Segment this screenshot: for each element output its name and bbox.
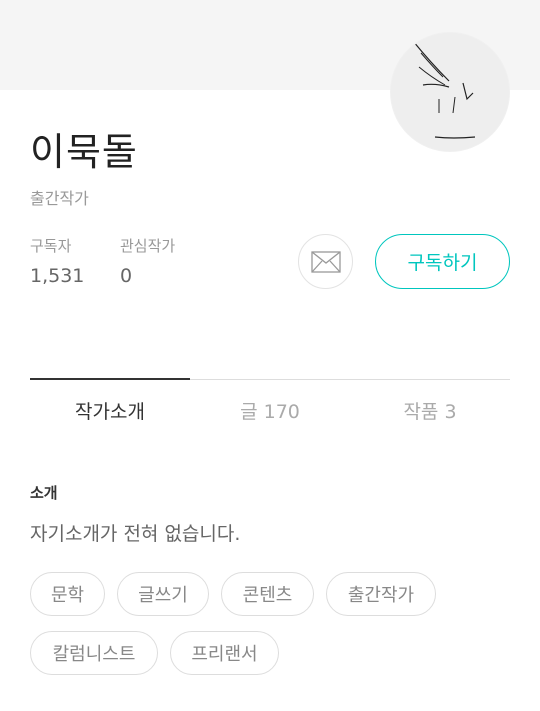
tag-content[interactable]: 콘텐츠 (221, 572, 314, 616)
message-button[interactable] (298, 234, 353, 289)
author-role: 출간작가 (30, 189, 89, 208)
subscribers-stat[interactable]: 구독자 1,531 (30, 236, 84, 288)
tab-author-intro[interactable]: 작가소개 (30, 398, 190, 426)
interest-count: 0 (120, 265, 133, 287)
tag-published-author[interactable]: 출간작가 (326, 572, 436, 616)
tab-posts[interactable]: 글 170 (190, 398, 350, 426)
tag-literature[interactable]: 문학 (30, 572, 105, 616)
subscribe-button[interactable]: 구독하기 (375, 234, 510, 289)
tag-writing[interactable]: 글쓰기 (117, 572, 209, 616)
mail-icon (310, 250, 341, 273)
active-tab-indicator (30, 378, 190, 380)
interest-label: 관심작가 (120, 237, 176, 255)
avatar[interactable] (390, 32, 510, 152)
interest-stat[interactable]: 관심작가 0 (120, 236, 175, 288)
author-name: 이묵돌 (30, 130, 138, 174)
avatar-sketch (412, 40, 476, 139)
subscribers-label: 구독자 (30, 237, 72, 255)
tab-works[interactable]: 작품 3 (350, 398, 510, 426)
tag-columnist[interactable]: 칼럼니스트 (30, 631, 158, 675)
subscribers-count: 1,531 (30, 265, 85, 287)
intro-heading: 소개 (30, 484, 58, 502)
intro-text: 자기소개가 전혀 없습니다. (30, 523, 241, 545)
tag-freelancer[interactable]: 프리랜서 (170, 631, 279, 675)
